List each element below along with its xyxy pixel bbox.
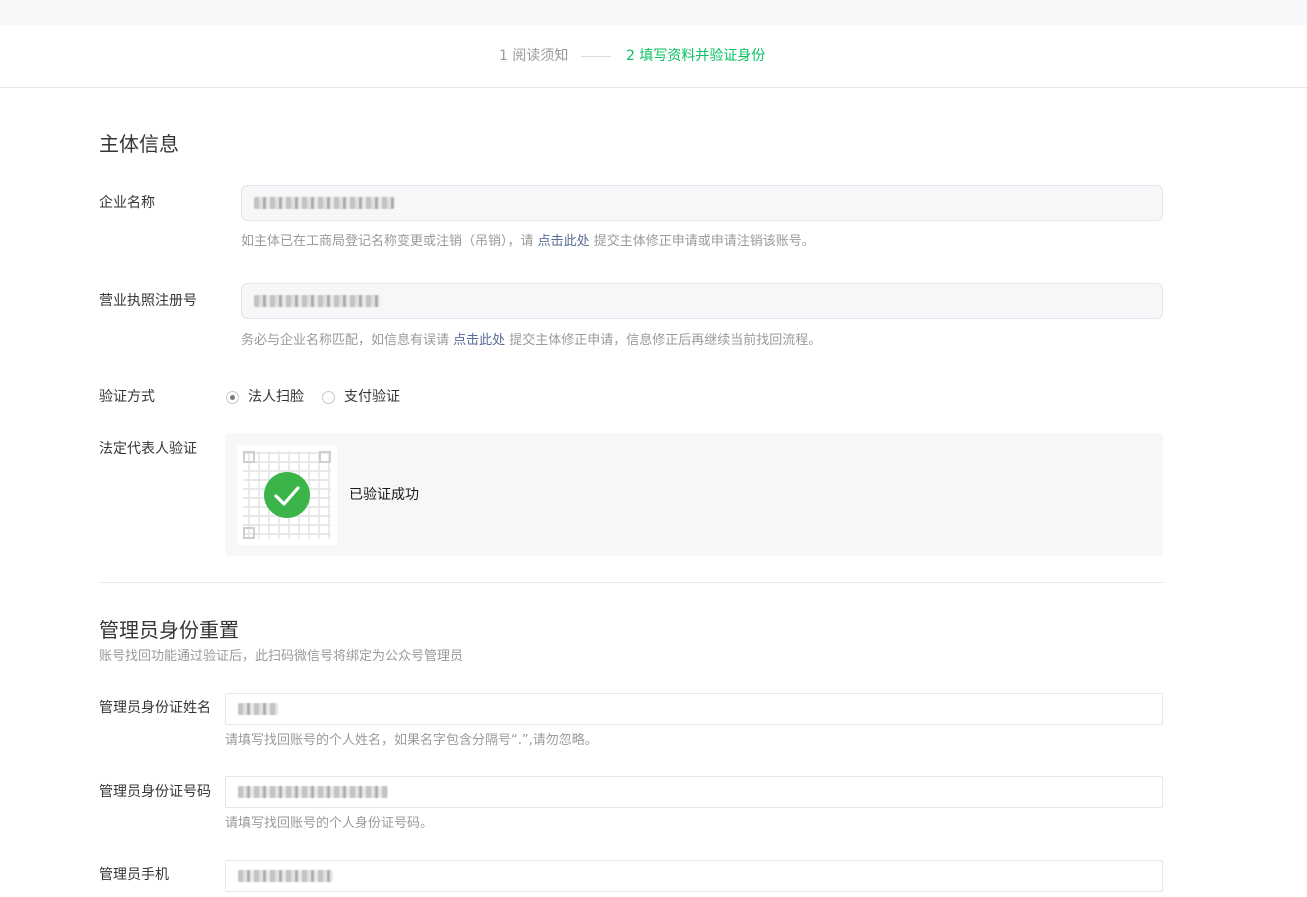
step-fill-info: 2 填写资料并验证身份: [626, 48, 766, 64]
entity-section-title: 主体信息: [99, 132, 179, 156]
qr-corner: [243, 451, 255, 463]
legal-rep-label: 法定代表人验证: [99, 441, 197, 457]
hint-text: 提交主体修正申请，信息修正后再继续当前找回流程。: [505, 333, 822, 348]
admin-section-title: 管理员身份重置: [99, 618, 239, 642]
step-separator: [581, 56, 611, 57]
legal-rep-verify-box: 已验证成功: [225, 433, 1163, 556]
hint-text: 务必与企业名称匹配，如信息有误请: [241, 333, 454, 348]
section-divider: [99, 582, 1163, 583]
step-bar: 1 阅读须知 2 填写资料并验证身份: [0, 25, 1307, 88]
admin-name-hint: 请填写找回账号的个人姓名，如果名字包含分隔号“.”,请勿忽略。: [225, 733, 598, 748]
company-name-field: [241, 185, 1163, 221]
admin-id-hint: 请填写找回账号的个人身份证号码。: [225, 816, 434, 831]
admin-phone-input[interactable]: [225, 860, 1163, 892]
radio-face-scan[interactable]: 法人扫脸: [226, 387, 304, 407]
masked-value: [254, 295, 380, 307]
masked-value: [238, 870, 333, 882]
admin-name-input[interactable]: [225, 693, 1163, 725]
company-name-hint: 如主体已在工商局登记名称变更或注销（吊销），请 点击此处 提交主体修正申请或申请…: [241, 233, 815, 251]
masked-value: [254, 197, 394, 209]
verify-method-label: 验证方式: [99, 389, 155, 405]
check-mark-icon: [274, 486, 300, 506]
hint-text: 如主体已在工商局登记名称变更或注销（吊销），请: [241, 234, 538, 249]
admin-id-input[interactable]: [225, 776, 1163, 808]
admin-section-subtitle: 账号找回功能通过验证后，此扫码微信号将绑定为公众号管理员: [99, 649, 464, 664]
admin-phone-label: 管理员手机: [99, 867, 169, 883]
top-strip: [0, 0, 1307, 25]
radio-checked-icon: [226, 390, 239, 404]
company-name-label: 企业名称: [99, 195, 155, 211]
license-number-field: [241, 283, 1163, 319]
radio-payment-verify[interactable]: 支付验证: [322, 387, 400, 407]
check-circle-icon: [264, 472, 310, 518]
radio-label: 支付验证: [344, 389, 400, 405]
radio-unchecked-icon: [322, 390, 335, 404]
license-number-label: 营业执照注册号: [99, 293, 197, 309]
qr-code-icon: [237, 445, 337, 545]
qr-corner: [243, 527, 255, 539]
qr-corner: [319, 451, 331, 463]
admin-name-label: 管理员身份证姓名: [99, 700, 211, 716]
admin-id-label: 管理员身份证号码: [99, 784, 211, 800]
entity-correction-link[interactable]: 点击此处: [538, 234, 590, 249]
step-read-notice: 1 阅读须知: [499, 48, 569, 64]
masked-value: [238, 786, 388, 798]
license-correction-link[interactable]: 点击此处: [453, 333, 505, 348]
hint-text: 提交主体修正申请或申请注销该账号。: [589, 234, 815, 249]
verified-status: 已验证成功: [349, 487, 419, 503]
masked-value: [238, 703, 278, 715]
license-number-hint: 务必与企业名称匹配，如信息有误请 点击此处 提交主体修正申请，信息修正后再继续当…: [241, 332, 821, 350]
radio-label: 法人扫脸: [248, 389, 304, 405]
verify-method-radio-group: 法人扫脸 支付验证: [226, 387, 418, 407]
